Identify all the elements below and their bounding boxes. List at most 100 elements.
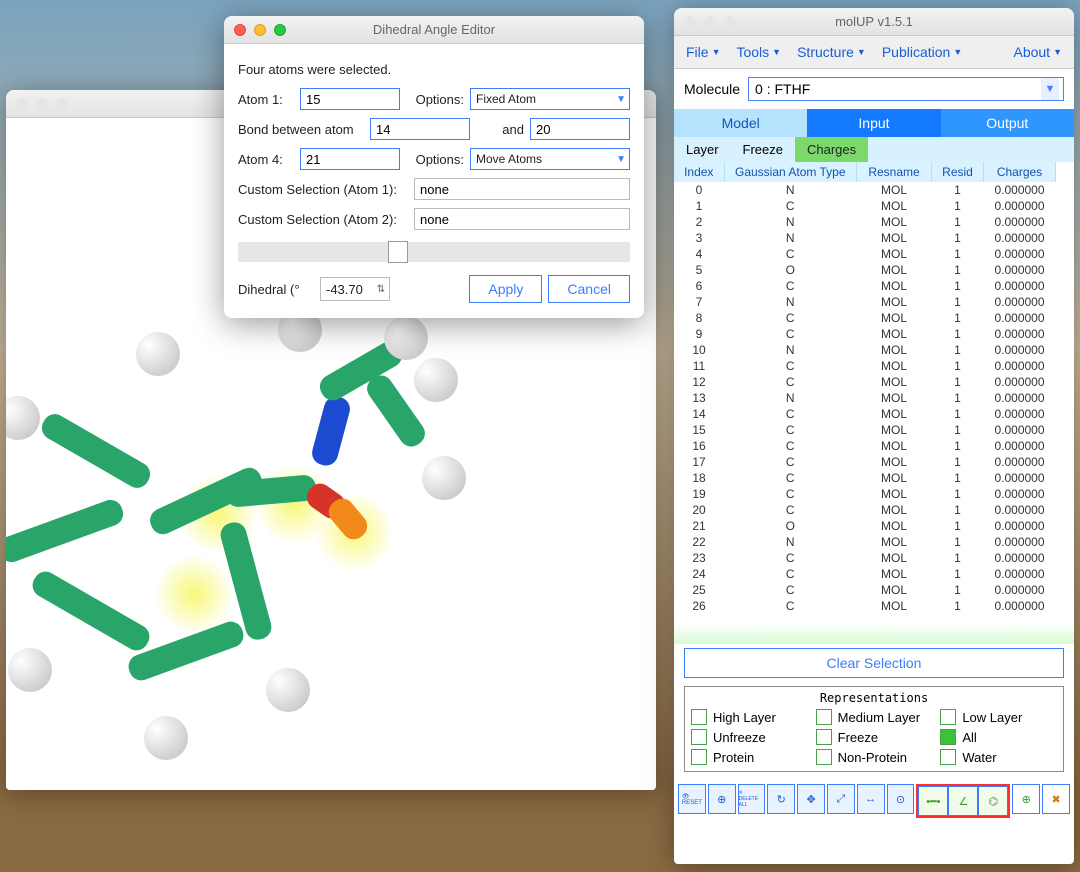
col-resid[interactable]: Resid bbox=[932, 162, 984, 182]
molecule-graphic bbox=[16, 318, 436, 738]
col-type[interactable]: Gaussian Atom Type bbox=[724, 162, 857, 182]
subtab-layer[interactable]: Layer bbox=[674, 137, 731, 162]
tool-measure[interactable]: ↔ bbox=[857, 784, 885, 814]
table-row[interactable]: 21OMOL10.000000 bbox=[674, 518, 1056, 534]
minimize-icon[interactable] bbox=[36, 98, 48, 110]
close-icon[interactable] bbox=[234, 24, 246, 36]
maximize-icon[interactable] bbox=[56, 98, 68, 110]
table-row[interactable]: 15CMOL10.000000 bbox=[674, 422, 1056, 438]
check-protein[interactable] bbox=[691, 749, 707, 765]
dihedral-spinner[interactable]: -43.70 bbox=[320, 277, 390, 301]
table-row[interactable]: 3NMOL10.000000 bbox=[674, 230, 1056, 246]
atom4-label: Atom 4: bbox=[238, 152, 294, 167]
table-row[interactable]: 14CMOL10.000000 bbox=[674, 406, 1056, 422]
table-row[interactable]: 25CMOL10.000000 bbox=[674, 582, 1056, 598]
molecule-select[interactable]: 0 : FTHF bbox=[748, 77, 1064, 101]
check-medium-layer[interactable] bbox=[816, 709, 832, 725]
table-row[interactable]: 19CMOL10.000000 bbox=[674, 486, 1056, 502]
table-row[interactable]: 17CMOL10.000000 bbox=[674, 454, 1056, 470]
table-row[interactable]: 13NMOL10.000000 bbox=[674, 390, 1056, 406]
subtab-charges[interactable]: Charges bbox=[795, 137, 868, 162]
check-all[interactable] bbox=[940, 729, 956, 745]
tab-model[interactable]: Model bbox=[674, 109, 807, 137]
clear-selection-button[interactable]: Clear Selection bbox=[684, 648, 1064, 678]
table-row[interactable]: 5OMOL10.000000 bbox=[674, 262, 1056, 278]
menubar: File Tools Structure Publication About bbox=[674, 36, 1074, 69]
options2-select[interactable]: Move Atoms bbox=[470, 148, 630, 170]
options2-label: Options: bbox=[416, 152, 464, 167]
table-row[interactable]: 26CMOL10.000000 bbox=[674, 598, 1056, 614]
close-icon[interactable] bbox=[16, 98, 28, 110]
table-row[interactable]: 16CMOL10.000000 bbox=[674, 438, 1056, 454]
col-index[interactable]: Index bbox=[674, 162, 724, 182]
molup-titlebar[interactable]: molUP v1.5.1 bbox=[674, 8, 1074, 36]
tab-input[interactable]: Input bbox=[807, 109, 940, 137]
table-row[interactable]: 4CMOL10.000000 bbox=[674, 246, 1056, 262]
table-row[interactable]: 6CMOL10.000000 bbox=[674, 278, 1056, 294]
atom4-input[interactable] bbox=[300, 148, 400, 170]
maximize-icon[interactable] bbox=[724, 16, 736, 28]
apply-button[interactable]: Apply bbox=[469, 275, 542, 303]
table-row[interactable]: 24CMOL10.000000 bbox=[674, 566, 1056, 582]
bond-a-input[interactable] bbox=[370, 118, 470, 140]
dihedral-slider[interactable] bbox=[238, 242, 630, 262]
check-freeze[interactable] bbox=[816, 729, 832, 745]
tool-translate[interactable]: ✥ bbox=[797, 784, 825, 814]
check-unfreeze[interactable] bbox=[691, 729, 707, 745]
remove-icon: ✖ bbox=[1051, 793, 1060, 806]
close-icon[interactable] bbox=[684, 16, 696, 28]
custom1-input[interactable] bbox=[414, 178, 630, 200]
tool-center[interactable]: ⊙ bbox=[887, 784, 915, 814]
minimize-icon[interactable] bbox=[704, 16, 716, 28]
check-water[interactable] bbox=[940, 749, 956, 765]
tool-scale[interactable]: ⤢ bbox=[827, 784, 855, 814]
menu-structure[interactable]: Structure bbox=[789, 40, 874, 64]
tool-reset[interactable]: 👁RESET bbox=[678, 784, 706, 814]
table-row[interactable]: 8CMOL10.000000 bbox=[674, 310, 1056, 326]
table-row[interactable]: 7NMOL10.000000 bbox=[674, 294, 1056, 310]
check-high-layer[interactable] bbox=[691, 709, 707, 725]
table-row[interactable]: 23CMOL10.000000 bbox=[674, 550, 1056, 566]
table-row[interactable]: 10NMOL10.000000 bbox=[674, 342, 1056, 358]
check-low-layer[interactable] bbox=[940, 709, 956, 725]
bond-b-input[interactable] bbox=[530, 118, 630, 140]
table-row[interactable]: 0NMOL10.000000 bbox=[674, 182, 1056, 198]
maximize-icon[interactable] bbox=[274, 24, 286, 36]
table-row[interactable]: 9CMOL10.000000 bbox=[674, 326, 1056, 342]
menu-file[interactable]: File bbox=[678, 40, 728, 64]
tool-angle[interactable]: ∠ bbox=[948, 786, 978, 816]
table-bottom-pad bbox=[674, 624, 1074, 644]
tab-output[interactable]: Output bbox=[941, 109, 1074, 137]
tool-add[interactable]: ⊕ bbox=[1012, 784, 1040, 814]
table-row[interactable]: 20CMOL10.000000 bbox=[674, 502, 1056, 518]
dialog-titlebar[interactable]: Dihedral Angle Editor bbox=[224, 16, 644, 44]
col-resname[interactable]: Resname bbox=[857, 162, 932, 182]
cancel-button[interactable]: Cancel bbox=[548, 275, 630, 303]
menu-publication[interactable]: Publication bbox=[874, 40, 970, 64]
molup-window: molUP v1.5.1 File Tools Structure Public… bbox=[674, 8, 1074, 864]
tool-remove[interactable]: ✖ bbox=[1042, 784, 1070, 814]
col-charges[interactable]: Charges bbox=[984, 162, 1056, 182]
table-row[interactable]: 2NMOL10.000000 bbox=[674, 214, 1056, 230]
atom1-input[interactable] bbox=[300, 88, 400, 110]
tool-rotate[interactable]: ↻ bbox=[767, 784, 795, 814]
atom-table-wrap[interactable]: Index Gaussian Atom Type Resname Resid C… bbox=[674, 162, 1074, 624]
table-row[interactable]: 18CMOL10.000000 bbox=[674, 470, 1056, 486]
menu-about[interactable]: About bbox=[1005, 40, 1070, 64]
tool-delete-all[interactable]: ✕DELETE ALL bbox=[738, 784, 766, 814]
tool-dihedral[interactable]: ⌬ bbox=[978, 786, 1008, 816]
tool-bond[interactable]: •━• bbox=[918, 786, 948, 816]
check-non-protein[interactable] bbox=[816, 749, 832, 765]
subtab-freeze[interactable]: Freeze bbox=[731, 137, 795, 162]
table-row[interactable]: 11CMOL10.000000 bbox=[674, 358, 1056, 374]
dihedral-icon: ⌬ bbox=[989, 795, 999, 808]
custom2-input[interactable] bbox=[414, 208, 630, 230]
table-row[interactable]: 12CMOL10.000000 bbox=[674, 374, 1056, 390]
minimize-icon[interactable] bbox=[254, 24, 266, 36]
table-row[interactable]: 1CMOL10.000000 bbox=[674, 198, 1056, 214]
menu-tools[interactable]: Tools bbox=[728, 40, 789, 64]
slider-thumb[interactable] bbox=[388, 241, 408, 263]
tool-pick-atom[interactable]: ⊕ bbox=[708, 784, 736, 814]
options1-select[interactable]: Fixed Atom bbox=[470, 88, 630, 110]
table-row[interactable]: 22NMOL10.000000 bbox=[674, 534, 1056, 550]
